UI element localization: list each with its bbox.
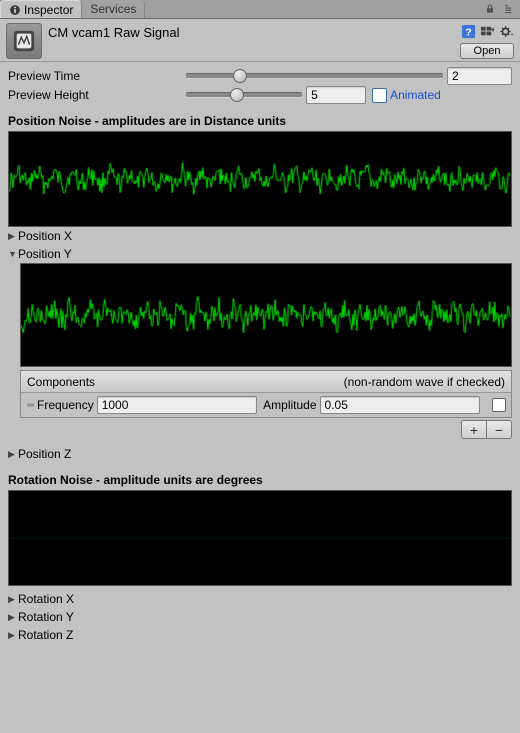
remove-component-button[interactable]: −: [486, 420, 512, 439]
add-component-button[interactable]: +: [461, 420, 486, 439]
services-tab[interactable]: Services: [82, 0, 145, 18]
foldout-position-z[interactable]: ▶ Position Z: [8, 445, 512, 463]
amplitude-field[interactable]: [320, 396, 480, 414]
components-header-right: (non-random wave if checked): [344, 375, 505, 389]
frequency-label: Frequency: [37, 398, 94, 412]
foldout-position-x[interactable]: ▶ Position X: [8, 227, 512, 245]
svg-text:?: ?: [465, 27, 471, 38]
foldout-label: Position Z: [18, 447, 71, 461]
foldout-label: Rotation X: [18, 592, 74, 606]
foldout-label: Position X: [18, 229, 72, 243]
position-noise-heading: Position Noise - amplitudes are in Dista…: [8, 114, 512, 128]
component-row: ═ Frequency Amplitude: [21, 393, 511, 417]
position-y-preview: [20, 263, 512, 367]
rotation-noise-preview: [8, 490, 512, 586]
services-tab-label: Services: [90, 2, 136, 16]
tabs-spacer: [145, 0, 478, 18]
gear-icon[interactable]: [499, 24, 514, 39]
chevron-right-icon: ▶: [8, 594, 18, 605]
preview-time-slider[interactable]: [186, 68, 443, 84]
components-header-left: Components: [27, 375, 95, 389]
foldout-rotation-y[interactable]: ▶ Rotation Y: [8, 608, 512, 626]
inspector-tab[interactable]: Inspector: [0, 0, 82, 18]
chevron-right-icon: ▶: [8, 630, 18, 641]
window-menu-icon[interactable]: [501, 2, 516, 17]
preview-height-label: Preview Height: [8, 88, 186, 102]
drag-handle-icon[interactable]: ═: [23, 400, 37, 411]
foldout-label: Rotation Y: [18, 610, 74, 624]
amplitude-label: Amplitude: [263, 398, 316, 412]
asset-header: CM vcam1 Raw Signal ?: [0, 19, 520, 62]
info-icon: [9, 4, 21, 16]
chevron-right-icon: ▶: [8, 231, 18, 242]
help-icon[interactable]: ?: [461, 24, 476, 39]
foldout-rotation-z[interactable]: ▶ Rotation Z: [8, 626, 512, 644]
preset-icon[interactable]: [480, 24, 495, 39]
animated-checkbox[interactable]: [372, 88, 387, 103]
chevron-right-icon: ▶: [8, 612, 18, 623]
preview-time-label: Preview Time: [8, 69, 186, 83]
foldout-label: Rotation Z: [18, 628, 73, 642]
frequency-field[interactable]: [97, 396, 257, 414]
components-array: Components (non-random wave if checked) …: [20, 370, 512, 418]
foldout-rotation-x[interactable]: ▶ Rotation X: [8, 590, 512, 608]
foldout-position-y[interactable]: ▼ Position Y: [8, 245, 512, 263]
open-button[interactable]: Open: [460, 43, 514, 59]
chevron-down-icon: ▼: [8, 249, 18, 259]
asset-title: CM vcam1 Raw Signal: [48, 23, 461, 40]
inspector-tab-label: Inspector: [24, 3, 73, 17]
nonrandom-checkbox[interactable]: [492, 398, 506, 412]
foldout-label: Position Y: [18, 247, 72, 261]
preview-time-field[interactable]: [447, 67, 512, 85]
rotation-noise-heading: Rotation Noise - amplitude units are deg…: [8, 473, 512, 487]
position-noise-preview: [8, 131, 512, 227]
chevron-right-icon: ▶: [8, 449, 18, 460]
noise-asset-icon: [6, 23, 42, 59]
lock-icon[interactable]: [482, 2, 497, 17]
animated-label: Animated: [390, 88, 441, 102]
preview-height-slider[interactable]: [186, 87, 302, 103]
preview-height-field[interactable]: [306, 86, 366, 104]
